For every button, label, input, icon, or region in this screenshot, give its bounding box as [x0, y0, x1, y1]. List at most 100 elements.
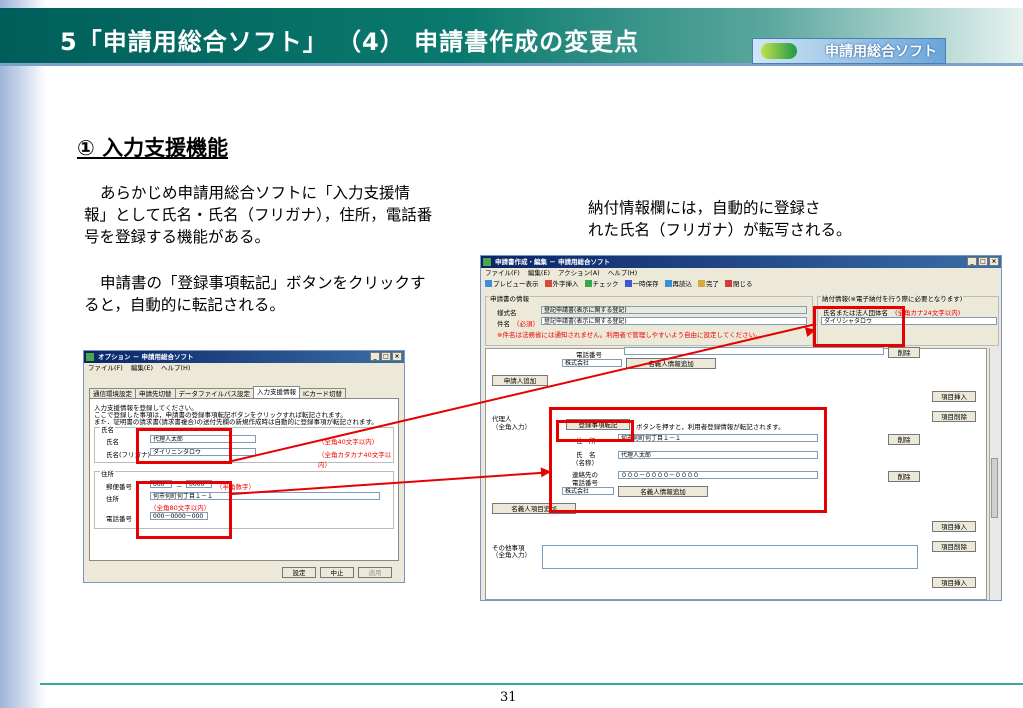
menu-action[interactable]: アクション(A) [558, 268, 600, 279]
top-tel-label: 電話番号 [576, 351, 602, 359]
highlight-transfer-button [556, 420, 634, 442]
close-button[interactable]: × [392, 352, 402, 361]
info-group-label: 申請書の情報 [489, 293, 530, 303]
complete-label: 完了 [706, 280, 719, 288]
other-textarea[interactable] [542, 545, 918, 569]
menu-file[interactable]: ファイル(F) [485, 268, 520, 279]
company-select[interactable]: 株式会社 [562, 359, 622, 367]
subject-field[interactable]: 登記申請書(表示に関する登記) [541, 317, 807, 325]
minimize-button[interactable]: _ [370, 352, 380, 361]
description-3: 納付情報欄には，自動的に登録さ れた氏名（フリガナ）が転写される。 [588, 197, 888, 241]
complete-icon [698, 280, 705, 287]
delete-button[interactable]: 削除 [888, 347, 920, 358]
menu-edit[interactable]: 編集(E) [131, 363, 153, 374]
delete-item-button-2[interactable]: 項目削除 [932, 541, 976, 552]
options-menubar: ファイル(F) 編集(E) ヘルプ(H) [84, 363, 404, 374]
insert-item-button-3[interactable]: 項目挿入 [932, 577, 976, 588]
top-tel-field[interactable] [624, 347, 884, 355]
menu-help[interactable]: ヘルプ(H) [161, 363, 190, 374]
side-gradient [0, 0, 46, 708]
payment-group-label: 納付情報(※電子納付を行う際に必要となります) [821, 293, 964, 303]
check-label: チェック [592, 280, 619, 288]
desc3-line2: れた氏名（フリガナ）が転写される。 [588, 221, 852, 239]
desc1-line2: 報」として氏名・氏名（フリガナ），住所，電話番 [84, 206, 433, 224]
logo-text: 申請用総合ソフト [825, 44, 937, 60]
options-window: オプション － 申請用総合ソフト _ □ × ファイル(F) 編集(E) ヘルプ… [83, 350, 405, 583]
preview-button[interactable]: プレビュー表示 [485, 279, 539, 290]
app-icon [86, 353, 94, 361]
close-icon [725, 280, 732, 287]
desc2-line1: 申請書の「登録事項転記」ボタンをクリックす [100, 274, 426, 292]
software-logo: 申請用総合ソフト [752, 38, 946, 64]
form-label: 様式名 [497, 309, 517, 317]
reload-button[interactable]: 再読込 [664, 279, 692, 290]
highlight-name-fields [136, 428, 232, 464]
preview-icon [485, 280, 492, 287]
tab-datapath[interactable]: データファイルパス設定 [174, 388, 254, 398]
edit-menubar: ファイル(F) 編集(E) アクション(A) ヘルプ(H) [481, 268, 1001, 279]
name-group-label: 氏名 [100, 424, 115, 434]
minimize-button[interactable]: _ [967, 257, 977, 266]
vertical-scrollbar[interactable] [989, 348, 999, 600]
subject-label: 件名 [497, 320, 510, 328]
tab-network[interactable]: 通信環境設定 [89, 388, 136, 398]
menu-edit[interactable]: 編集(E) [528, 268, 550, 279]
slide-title: 5「申請用総合ソフト」 （4） 申請書作成の変更点 [60, 28, 640, 56]
form-field: 登記申請書(表示に関する登記) [541, 306, 807, 314]
logo-icon [761, 43, 797, 59]
close-button[interactable]: × [989, 257, 999, 266]
section-title: ① 入力支援機能 [77, 136, 229, 160]
zip-label: 郵便番号 [106, 483, 132, 491]
delete-contact-button[interactable]: 削除 [888, 471, 920, 482]
info-note: ※件名は法務省には通知されません。利用者で管理しやすいよう自由に設定してください… [497, 331, 762, 339]
kana-hint: （全角カタカナ40文字以内） [318, 451, 392, 469]
tab-iccard[interactable]: ICカード切替 [299, 388, 346, 398]
menu-help[interactable]: ヘルプ(H) [608, 268, 637, 279]
cancel-button[interactable]: 中止 [320, 567, 354, 578]
options-title: オプション － 申請用総合ソフト [98, 353, 194, 361]
add-applicant-button[interactable]: 申請人追加 [492, 375, 548, 386]
options-titlebar: オプション － 申請用総合ソフト _ □ × [84, 351, 404, 363]
agent-sub-label: （全角入力） [492, 423, 531, 431]
edit-toolbar: プレビュー表示 外字挿入 チェック 一時保存 再読込 完了 閉じる [481, 279, 1001, 290]
menu-file[interactable]: ファイル(F) [88, 363, 123, 374]
desc1-line3: 号を登録する機能がある。 [84, 228, 271, 246]
apply-button[interactable]: 適用 [358, 567, 392, 578]
gaiji-button[interactable]: 外字挿入 [544, 279, 579, 290]
slide-header: 5「申請用総合ソフト」 （4） 申請書作成の変更点 申請用総合ソフト [0, 8, 1023, 66]
complete-button[interactable]: 完了 [698, 279, 719, 290]
insert-item-button[interactable]: 項目挿入 [932, 391, 976, 402]
close-doc-button[interactable]: 閉じる [725, 279, 753, 290]
footer-divider [40, 683, 1023, 685]
delete-addr-button[interactable]: 削除 [888, 434, 920, 445]
check-button[interactable]: チェック [584, 279, 619, 290]
other-sub-label: （全角入力） [492, 551, 531, 559]
delete-item-button[interactable]: 項目削除 [932, 411, 976, 422]
tel-label: 電話番号 [106, 515, 132, 523]
scroll-thumb[interactable] [991, 458, 998, 518]
tab-destination[interactable]: 申請先切替 [135, 388, 176, 398]
desc1-line1: あらかじめ申請用総合ソフトに「入力支援情 [100, 184, 411, 202]
save-button[interactable]: 一時保存 [624, 279, 659, 290]
options-tabs: 通信環境設定 申請先切替 データファイルパス設定 入力支援情報 ICカード切替 [89, 386, 346, 398]
subject-required: （必須） [513, 320, 539, 328]
page-number: 31 [500, 690, 517, 705]
description-1: あらかじめ申請用総合ソフトに「入力支援情 報」として氏名・氏名（フリガナ），住所… [84, 182, 464, 248]
gaiji-icon [544, 280, 552, 287]
highlight-address-fields [136, 481, 232, 539]
save-label: 一時保存 [632, 280, 659, 288]
reload-icon [664, 280, 672, 287]
description-2: 申請書の「登録事項転記」ボタンをクリックす ると，自動的に転記される。 [84, 272, 464, 316]
check-icon [584, 280, 592, 287]
insert-item-button-2[interactable]: 項目挿入 [932, 521, 976, 532]
panel-desc-3: また，証明書の請求書(請求書複合)の送付先欄の新規作成時は自動的に登録事項が転記… [94, 418, 378, 426]
address-group-label: 住所 [100, 468, 115, 478]
maximize-button[interactable]: □ [381, 352, 391, 361]
app-icon [483, 258, 491, 266]
tab-input-support[interactable]: 入力支援情報 [253, 386, 300, 398]
arrowhead-agent [540, 466, 552, 478]
addr-label: 住所 [106, 495, 119, 503]
close-label: 閉じる [733, 280, 753, 288]
maximize-button[interactable]: □ [978, 257, 988, 266]
ok-button[interactable]: 設定 [282, 567, 316, 578]
